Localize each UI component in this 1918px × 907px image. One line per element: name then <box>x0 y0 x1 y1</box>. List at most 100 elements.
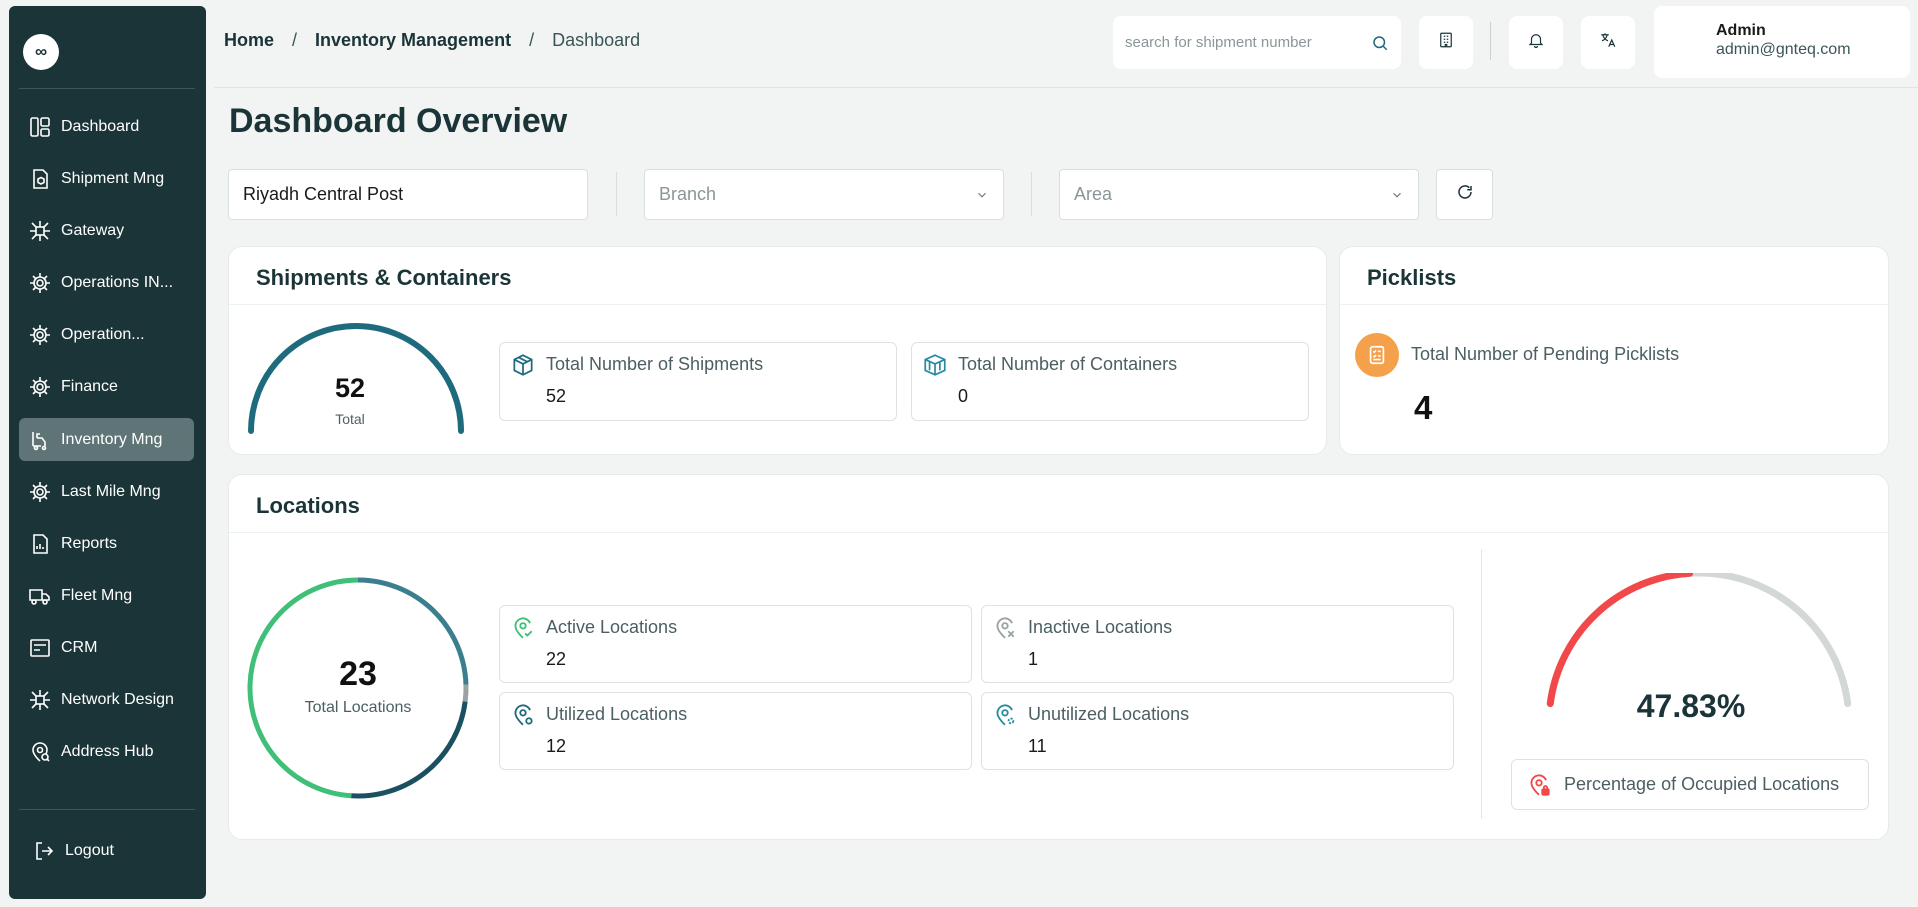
search-icon[interactable] <box>1371 34 1389 52</box>
search-box <box>1113 16 1401 69</box>
sidebar-item-last-mile-mng[interactable]: Last Mile Mng <box>19 470 194 513</box>
sidebar-item-shipment-mng[interactable]: Shipment Mng <box>19 157 194 200</box>
sidebar-item-crm[interactable]: CRM <box>19 626 194 669</box>
dashboard-icon <box>27 114 53 140</box>
breadcrumb-separator: / <box>529 30 535 50</box>
sidebar-item-label: Last Mile Mng <box>61 482 161 500</box>
sidebar-item-network-design[interactable]: Network Design <box>19 678 194 721</box>
sidebar-item-label: Network Design <box>61 690 174 708</box>
user-menu[interactable]: Admin admin@gnteq.com <box>1654 6 1910 78</box>
pending-picklists-label: Total Number of Pending Picklists <box>1411 344 1680 364</box>
utilized-locations-stat: Utilized Locations 12 <box>499 692 972 770</box>
breadcrumb-separator: / <box>292 30 298 50</box>
refresh-button[interactable] <box>1436 169 1493 220</box>
sidebar-item-label: Gateway <box>61 221 125 239</box>
sidebar-item-label: Address Hub <box>61 742 154 760</box>
user-name: Admin <box>1716 22 1766 39</box>
sidebar-item-label: Fleet Mng <box>61 586 133 604</box>
location-check-icon <box>510 615 536 641</box>
logout-button[interactable]: Logout <box>23 829 198 872</box>
ring-segment-inactive <box>462 684 469 702</box>
utilized-locations-label: Utilized Locations <box>546 704 688 724</box>
sidebar-item-reports[interactable]: Reports <box>19 522 194 565</box>
language-button[interactable] <box>1581 16 1635 69</box>
location-lock-icon <box>1526 772 1552 803</box>
sidebar-item-label: Shipment Mng <box>61 169 165 187</box>
sidebar-item-dashboard[interactable]: Dashboard <box>19 105 194 148</box>
notifications-button[interactable] <box>1509 16 1563 69</box>
area-placeholder: Area <box>1074 184 1113 204</box>
locations-divider <box>1481 549 1482 819</box>
box-icon <box>510 352 536 378</box>
active-locations-stat: Active Locations 22 <box>499 605 972 683</box>
breadcrumb-section[interactable]: Inventory Management <box>315 30 511 51</box>
translate-icon <box>1599 31 1617 54</box>
search-input[interactable] <box>1125 34 1365 51</box>
active-locations-label: Active Locations <box>546 617 678 637</box>
container-icon <box>922 352 948 378</box>
app-logo[interactable]: ∞ <box>23 34 59 70</box>
post-office-field[interactable]: Riyadh Central Post <box>228 169 588 220</box>
location-search-icon <box>27 739 53 765</box>
network-icon <box>27 687 53 713</box>
logout-icon <box>31 838 57 864</box>
sidebar-item-operation[interactable]: Operation... <box>19 313 194 356</box>
refresh-icon <box>1456 183 1474 206</box>
chevron-down-icon <box>975 188 989 202</box>
locations-card: Locations 23 Total Locations Active Loca… <box>228 474 1889 840</box>
occupied-locations-stat: Percentage of Occupied Locations <box>1511 759 1869 810</box>
sidebar-item-label: Dashboard <box>61 117 140 135</box>
location-settings-icon <box>992 702 1018 728</box>
card-divider <box>1340 304 1888 305</box>
sidebar-item-fleet-mng[interactable]: Fleet Mng <box>19 574 194 617</box>
sidebar: ∞ Dashboard Shipment Mng Gateway Operati… <box>9 6 206 899</box>
sidebar-item-finance[interactable]: Finance <box>19 365 194 408</box>
sidebar-item-address-hub[interactable]: Address Hub <box>19 730 194 773</box>
shipments-gauge-label: Total <box>335 411 365 427</box>
breadcrumb: Home / Inventory Management / Dashboard <box>224 30 640 51</box>
total-containers-label: Total Number of Containers <box>958 354 1178 374</box>
sidebar-item-label: Operations IN... <box>61 273 174 291</box>
total-locations-label: Total Locations <box>304 699 412 716</box>
header-divider-line <box>214 87 1918 88</box>
breadcrumb-home[interactable]: Home <box>224 30 274 51</box>
total-shipments-value: 52 <box>546 386 567 406</box>
occupied-gauge-track <box>1546 573 1852 708</box>
location-x-icon <box>992 615 1018 641</box>
branch-placeholder: Branch <box>659 184 717 204</box>
sidebar-item-gateway[interactable]: Gateway <box>19 209 194 252</box>
card-divider <box>229 532 1888 533</box>
sidebar-item-operations-in[interactable]: Operations IN... <box>19 261 194 304</box>
filter-divider <box>1031 172 1032 216</box>
card-divider <box>229 304 1326 305</box>
building-button[interactable] <box>1419 16 1473 69</box>
locations-card-title: Locations <box>256 493 360 518</box>
occupied-percentage: 47.83% <box>1636 688 1746 724</box>
total-containers-stat: Total Number of Containers 0 <box>911 342 1309 421</box>
sidebar-item-label: Reports <box>61 534 118 552</box>
inactive-locations-value: 1 <box>1028 649 1039 669</box>
inactive-locations-stat: Inactive Locations 1 <box>981 605 1454 683</box>
utilized-locations-value: 12 <box>546 736 567 756</box>
area-select[interactable]: Area <box>1059 169 1419 220</box>
network-icon <box>27 218 53 244</box>
sidebar-item-label: Finance <box>61 377 118 395</box>
checklist-icon <box>1355 333 1399 377</box>
unutilized-locations-label: Unutilized Locations <box>1028 704 1190 724</box>
sidebar-item-inventory-mng[interactable]: Inventory Mng <box>19 418 194 461</box>
sidebar-item-label: Inventory Mng <box>61 430 163 448</box>
sidebar-divider <box>19 88 195 89</box>
branch-select[interactable]: Branch <box>644 169 1004 220</box>
sidebar-item-label: CRM <box>61 638 98 656</box>
chevron-down-icon <box>1390 188 1404 202</box>
crm-icon <box>27 635 53 661</box>
total-shipments-label: Total Number of Shipments <box>546 354 764 374</box>
inactive-locations-label: Inactive Locations <box>1028 617 1173 637</box>
total-shipments-stat: Total Number of Shipments 52 <box>499 342 897 421</box>
cog-network-icon <box>27 374 53 400</box>
occupied-gauge-fill <box>1546 573 1694 708</box>
header-divider <box>1490 22 1491 60</box>
picklists-card: Picklists Total Number of Pending Pickli… <box>1339 246 1889 455</box>
breadcrumb-current: Dashboard <box>552 30 641 50</box>
active-locations-value: 22 <box>546 649 567 669</box>
